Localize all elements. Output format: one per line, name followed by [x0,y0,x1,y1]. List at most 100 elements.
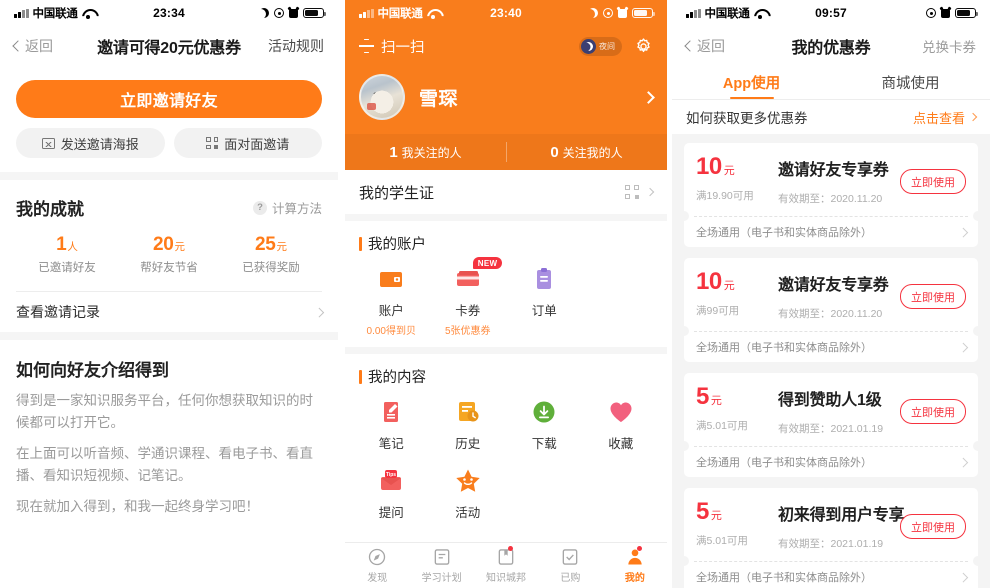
coupon-use-button[interactable]: 立即使用 [900,169,966,194]
envelope-tips-icon: Tips [376,466,406,496]
account-item-card-sub: 5张优惠券 [444,326,491,337]
moon-icon [581,38,596,54]
stat-saved-num: 20 [152,234,174,255]
student-card-row[interactable]: 我的学生证 [345,170,667,214]
intro-paragraph-2: 在上面可以听音频、学通识课程、看电子书、看直播、看知识短视频、记笔记。 [16,446,313,483]
invite-friends-button[interactable]: 立即邀请好友 [16,80,322,118]
tab-discover[interactable]: 发现 [345,547,409,584]
calc-method-button[interactable]: ? 计算方法 [252,198,322,217]
tab-study-plan[interactable]: 学习计划 [409,547,473,584]
content-item-history[interactable]: 历史 [430,397,507,452]
content-item-favorites[interactable]: 收藏 [583,397,660,452]
send-poster-button[interactable]: 发送邀请海报 [16,128,165,158]
coupon-card[interactable]: 5元 满5.01可用 得到赞助人1级 有效期至：2021.01.19 立即使用 … [684,373,978,477]
battery-icon [632,7,656,19]
clipboard-icon [529,264,559,294]
coupon-main: 5元 满5.01可用 得到赞助人1级 有效期至：2021.01.19 立即使用 [684,373,978,446]
content-item-favorites-label: 收藏 [608,437,634,451]
account-item-wallet-label: 账户 [378,304,404,318]
coupon-condition: 满5.01可用 [696,535,748,547]
stat-saved-label: 帮好友节省 [140,262,198,274]
account-icons: 账户 0.00得到贝 NEW 卡券 5张优惠券 订单 [345,254,667,337]
intro-paragraph-1: 得到是一家知识服务平台，任何你想获取知识的时候都可以打开它。 [16,393,313,430]
compass-icon [367,547,387,567]
account-item-card[interactable]: NEW 卡券 5张优惠券 [430,257,507,337]
get-more-coupons-label: 如何获取更多优惠券 [686,111,808,126]
intro-title: 如何向好友介绍得到 [16,361,169,380]
gear-icon [637,37,650,52]
coupon-use-button[interactable]: 立即使用 [900,284,966,309]
click-to-view-button[interactable]: 点击查看 [913,108,978,127]
account-item-wallet[interactable]: 账户 0.00得到贝 [353,264,430,337]
following-count[interactable]: 1 我关注的人 [345,134,506,170]
stat-saved-unit: 元 [174,241,186,253]
tab-purchased[interactable]: 已购 [538,547,602,584]
tab-mall-use[interactable]: 商城使用 [831,66,990,99]
invite-sub-actions: 发送邀请海报 面对面邀请 [16,128,322,158]
star-icon [453,466,483,496]
content-item-activity[interactable]: 活动 [430,466,507,521]
content-item-history-label: 历史 [455,437,481,451]
stat-reward-label: 已获得奖励 [242,262,300,274]
settings-button[interactable] [634,37,653,56]
download-icon [529,397,559,427]
coupon-main: 10 元 满99可用 邀请好友专享券 有效期至：2020.11.20 立即使用 [684,258,978,331]
redeem-card-button[interactable]: 兑换卡券 [922,36,976,56]
content-item-download[interactable]: 下载 [506,397,583,452]
scan-button[interactable]: 扫一扫 [359,36,425,57]
content-icons-row-2: Tips 提问 活动 [345,452,667,521]
question-icon: ? [252,200,267,215]
content-group: 我的内容 笔记 历史 下载 收藏 Tips 提问 活动 [345,354,667,521]
status-right-1 [259,7,327,19]
coupon-list[interactable]: 10 元 满19.90可用 邀请好友专享券 有效期至：2020.11.20 立即使… [672,134,990,588]
coupon-scope-row[interactable]: 全场通用（电子书和实体商品除外） [684,562,978,588]
history-icon [453,397,483,427]
notification-dot [508,546,514,551]
check-doc-icon [560,547,580,567]
status-bar-2: 中国联通 23:40 [345,0,667,26]
content-icons-row-1: 笔记 历史 下载 收藏 [345,387,667,452]
coupon-condition: 满5.01可用 [696,420,748,432]
stat-reward: 25元 已获得奖励 [220,234,322,275]
coupon-card[interactable]: 10 元 满99可用 邀请好友专享券 有效期至：2020.11.20 立即使用 全… [684,258,978,362]
coupon-scope-row[interactable]: 全场通用（电子书和实体商品除外） [684,217,978,247]
account-group-label: 我的账户 [368,237,426,253]
coupon-amount-num: 10 [696,153,722,180]
profile-row[interactable]: 雪琛 [345,66,667,134]
coupon-use-button[interactable]: 立即使用 [900,514,966,539]
coupon-value-block: 10 元 满99可用 [696,270,778,318]
chevron-right-icon [958,342,968,352]
status-right-3 [926,7,979,19]
coupon-scope-row[interactable]: 全场通用（电子书和实体商品除外） [684,447,978,477]
followers-count[interactable]: 0 关注我的人 [506,134,667,170]
coupon-value-block: 5元 满5.01可用 [696,385,778,433]
tab-knowledge-city[interactable]: 知识城邦 [474,546,538,584]
coupon-amount: 10 元 [696,155,778,179]
coupon-use-button[interactable]: 立即使用 [900,399,966,424]
face-to-face-invite-button[interactable]: 面对面邀请 [173,128,322,158]
activity-rules-button[interactable]: 活动规则 [268,36,324,56]
followers-num: 0 [550,143,559,161]
coupon-scope-row[interactable]: 全场通用（电子书和实体商品除外） [684,332,978,362]
coupon-amount-num: 5 [696,383,709,410]
content-item-note[interactable]: 笔记 [353,397,430,452]
night-mode-toggle[interactable]: 夜间 [579,36,622,56]
send-poster-label: 发送邀请海报 [60,136,139,152]
coupon-condition: 满19.90可用 [696,190,754,202]
phone-panel-invite: 中国联通 23:34 返回 邀请可得20元优惠券 活动规则 立即邀请好友 发送邀… [0,0,338,588]
tab-mine[interactable]: 我的 [603,546,667,584]
account-item-order[interactable]: 订单 [506,264,583,337]
coupon-card[interactable]: 10 元 满19.90可用 邀请好友专享券 有效期至：2020.11.20 立即使… [684,143,978,247]
content-item-activity-label: 活动 [455,506,481,520]
tab-mine-label: 我的 [624,573,645,584]
scan-icon [359,39,374,53]
content-item-question[interactable]: Tips 提问 [353,466,430,521]
coupon-amount-unit: 元 [710,510,722,522]
view-invite-records-row[interactable]: 查看邀请记录 [16,292,324,332]
tab-app-use[interactable]: App使用 [672,66,831,99]
coupon-card[interactable]: 5元 满5.01可用 初来得到用户专享 有效期至：2021.01.19 立即使用… [684,488,978,588]
content-group-title: 我的内容 [345,354,667,387]
chevron-right-icon [968,112,978,122]
achievement-stats: 1人 已邀请好友 20元 帮好友节省 25元 已获得奖励 [16,234,322,275]
location-icon [274,8,284,18]
